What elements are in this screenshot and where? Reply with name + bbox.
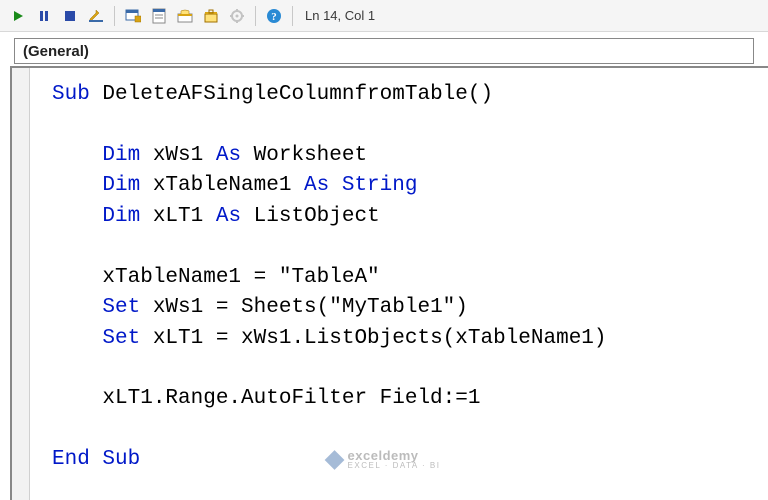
design-mode-icon[interactable] [84, 4, 108, 28]
object-dropdown-bar: (General) [0, 32, 768, 66]
toolbar: ? Ln 14, Col 1 [0, 0, 768, 32]
code-content[interactable]: Sub DeleteAFSingleColumnfromTable() Dim … [12, 68, 768, 476]
project-explorer-icon[interactable] [121, 4, 145, 28]
toolbox-icon[interactable] [199, 4, 223, 28]
object-browser-icon[interactable] [173, 4, 197, 28]
svg-text:?: ? [271, 11, 277, 23]
stop-icon[interactable] [58, 4, 82, 28]
references-icon[interactable] [225, 4, 249, 28]
cursor-position: Ln 14, Col 1 [305, 8, 375, 23]
pause-icon[interactable] [32, 4, 56, 28]
run-icon[interactable] [6, 4, 30, 28]
separator [292, 6, 293, 26]
properties-icon[interactable] [147, 4, 171, 28]
separator [255, 6, 256, 26]
object-dropdown[interactable]: (General) [14, 38, 754, 64]
help-icon[interactable]: ? [262, 4, 286, 28]
code-editor[interactable]: Sub DeleteAFSingleColumnfromTable() Dim … [10, 66, 768, 500]
object-dropdown-value: (General) [23, 43, 89, 60]
separator [114, 6, 115, 26]
indicator-margin [12, 68, 30, 500]
